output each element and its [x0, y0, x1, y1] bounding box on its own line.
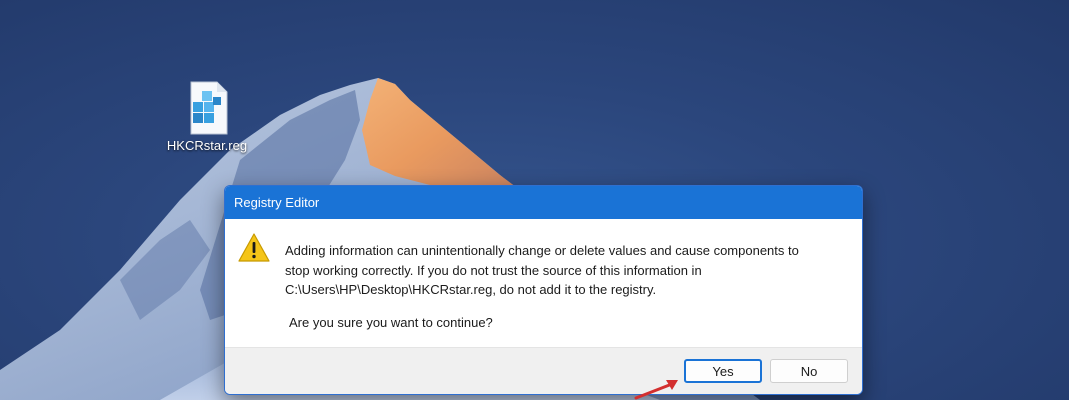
registry-editor-dialog: Registry Editor Adding information can u…: [224, 185, 863, 395]
message-line: Adding information can unintentionally c…: [285, 243, 799, 258]
desktop-file-hkcrstar[interactable]: HKCRstar.reg: [162, 80, 252, 153]
dialog-title: Registry Editor: [234, 195, 320, 210]
registry-file-icon: [183, 80, 231, 136]
message-line: C:\Users\HP\Desktop\HKCRstar.reg, do not…: [285, 282, 657, 297]
desktop-icon-label: HKCRstar.reg: [166, 138, 248, 153]
dialog-footer: Yes No: [225, 347, 862, 394]
yes-button[interactable]: Yes: [684, 359, 762, 383]
dialog-question: Are you sure you want to continue?: [289, 315, 493, 330]
red-arrow-icon: [634, 380, 678, 400]
warning-icon: [237, 232, 271, 264]
dialog-body: Adding information can unintentionally c…: [225, 219, 862, 347]
message-line: stop working correctly. If you do not tr…: [285, 262, 702, 278]
dialog-titlebar[interactable]: Registry Editor: [225, 186, 862, 219]
desktop: HKCRstar.reg Registry Editor Adding info…: [0, 0, 1069, 400]
dialog-message: Adding information can unintentionally c…: [285, 241, 845, 300]
no-button[interactable]: No: [770, 359, 848, 383]
